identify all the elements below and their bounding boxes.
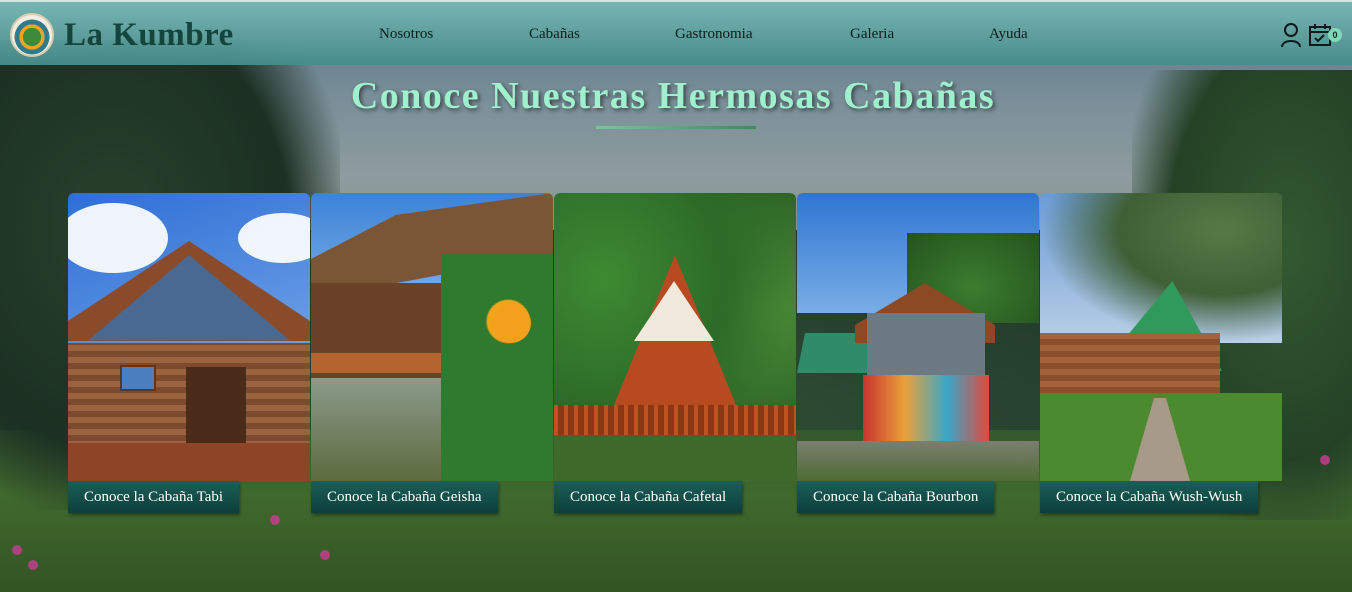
photo-sunflowers: [441, 253, 553, 481]
user-icon[interactable]: [1280, 22, 1302, 48]
top-navbar: La Kumbre Nosotros Cabañas Gastronomia G…: [0, 0, 1352, 65]
flower-decoration: [320, 550, 330, 560]
nav-item-galeria[interactable]: Galeria: [850, 26, 894, 43]
cabin-button-bourbon[interactable]: Conoce la Cabaña Bourbon: [797, 481, 995, 513]
photo-windows: [867, 313, 985, 375]
photo-mural: [863, 375, 989, 441]
cabin-button-tabi[interactable]: Conoce la Cabaña Tabi: [68, 481, 240, 513]
cabin-card-bourbon[interactable]: Conoce la Cabaña Bourbon: [797, 193, 1039, 513]
photo-railing: [554, 405, 796, 435]
cabin-photo-tabi[interactable]: [68, 193, 310, 481]
photo-ground: [797, 441, 1039, 481]
flower-decoration: [270, 515, 280, 525]
page-title: Conoce Nuestras Hermosas Cabañas: [350, 75, 996, 117]
cabin-photo-cafetal[interactable]: [554, 193, 796, 481]
cabin-button-geisha[interactable]: Conoce la Cabaña Geisha: [311, 481, 498, 513]
photo-flower: [491, 303, 531, 343]
cabin-card-tabi[interactable]: Conoce la Cabaña Tabi: [68, 193, 310, 513]
cabin-photo-wush-wush[interactable]: [1040, 193, 1282, 481]
cabin-button-wush-wush[interactable]: Conoce la Cabaña Wush-Wush: [1040, 481, 1259, 513]
photo-ground: [554, 435, 796, 481]
nav-item-ayuda[interactable]: Ayuda: [989, 26, 1028, 43]
flower-decoration: [12, 545, 22, 555]
cabin-photo-bourbon[interactable]: [797, 193, 1039, 481]
photo-door: [186, 367, 246, 443]
cabin-card-geisha[interactable]: Conoce la Cabaña Geisha: [311, 193, 553, 513]
nav-item-gastronomia[interactable]: Gastronomia: [675, 26, 752, 43]
nav-item-cabanas[interactable]: Cabañas: [529, 26, 580, 43]
flower-decoration: [28, 560, 38, 570]
photo-cabin-wall: [1040, 333, 1220, 393]
nav-item-nosotros[interactable]: Nosotros: [379, 26, 433, 43]
brand-logo-icon[interactable]: [10, 13, 54, 57]
cabin-button-cafetal[interactable]: Conoce la Cabaña Cafetal: [554, 481, 743, 513]
photo-window: [120, 365, 156, 391]
cabin-card-wush-wush[interactable]: Conoce la Cabaña Wush-Wush: [1040, 193, 1282, 513]
title-underline: [596, 126, 756, 129]
brand-name[interactable]: La Kumbre: [64, 17, 234, 54]
flower-decoration: [1320, 455, 1330, 465]
photo-deck: [68, 443, 310, 481]
cabin-card-cafetal[interactable]: Conoce la Cabaña Cafetal: [554, 193, 796, 513]
cart-count-badge: 0: [1328, 28, 1342, 42]
cabin-photo-geisha[interactable]: [311, 193, 553, 481]
